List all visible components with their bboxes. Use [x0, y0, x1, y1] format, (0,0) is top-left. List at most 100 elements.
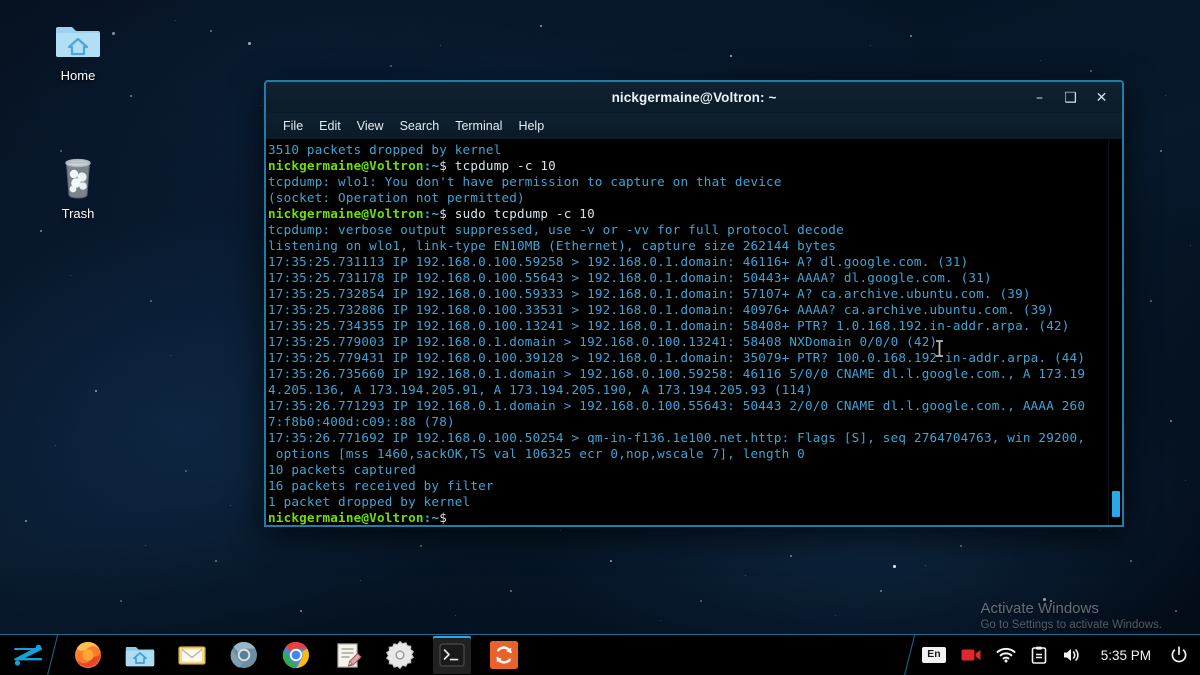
- chromium-icon: [230, 641, 257, 668]
- prompt-command: $ sudo tcpdump -c 10: [439, 206, 595, 221]
- terminal-output-line: listening on wlo1, link-type EN10MB (Eth…: [268, 238, 837, 253]
- starfield-layer-3: [0, 0, 3, 3]
- taskbar-launcher-chrome[interactable]: [277, 636, 315, 674]
- starfield-layer-2: [0, 0, 1, 1]
- prompt-path: :~: [423, 158, 440, 173]
- prompt-user-host: nickgermaine@Voltron: [268, 510, 424, 525]
- clipboard-icon: [1031, 646, 1047, 664]
- terminal-output-line: (socket: Operation not permitted): [268, 190, 525, 205]
- desktop[interactable]: Home Trash nickgermaine@Voltron: ~ – ❑ ✕: [0, 0, 1200, 675]
- folder-home-icon: [125, 647, 155, 667]
- terminal-output-line: options [mss 1460,sackOK,TS val 106325 e…: [268, 446, 805, 461]
- minimize-button[interactable]: –: [1025, 85, 1054, 111]
- taskbar-launcher-software-updater[interactable]: [485, 636, 523, 674]
- taskbar-launcher-mail[interactable]: [173, 636, 211, 674]
- terminal-output-line: 17:35:25.731113 IP 192.168.0.100.59258 >…: [268, 254, 969, 269]
- wifi-tray-icon[interactable]: [996, 647, 1016, 663]
- starfield-layer-1: [0, 0, 2, 2]
- taskbar-launchers: [69, 635, 523, 675]
- refresh-sync-icon: [490, 641, 518, 669]
- menu-item-terminal[interactable]: Terminal: [448, 116, 509, 136]
- zorin-logo-icon: [14, 644, 43, 666]
- terminal-output-line: 3510 packets dropped by kernel: [268, 142, 502, 157]
- taskbar-launcher-chromium[interactable]: [225, 636, 263, 674]
- terminal-output-line: 17:35:26.771692 IP 192.168.0.100.50254 >…: [268, 430, 1086, 445]
- terminal-output-line: 16 packets received by filter: [268, 478, 494, 493]
- menu-item-edit[interactable]: Edit: [312, 116, 348, 136]
- desktop-icon-trash[interactable]: Trash: [32, 152, 124, 221]
- maximize-button[interactable]: ❑: [1056, 85, 1085, 111]
- close-button[interactable]: ✕: [1087, 85, 1116, 111]
- tray-divider: [904, 634, 916, 675]
- wifi-icon: [996, 647, 1016, 663]
- terminal-prompt-line: nickgermaine@Voltron:~$: [268, 510, 1108, 525]
- speaker-icon: [1063, 649, 1079, 661]
- menu-bar: File Edit View Search Terminal Help: [266, 113, 1122, 139]
- terminal-output-line: 1 packet dropped by kernel: [268, 494, 471, 509]
- terminal-output-line: 17:35:25.732854 IP 192.168.0.100.59333 >…: [268, 286, 1031, 301]
- terminal-output-line: 17:35:26.771293 IP 192.168.0.1.domain > …: [268, 398, 1086, 413]
- prompt-path: :~: [423, 206, 440, 221]
- terminal-output-line: 10 packets captured: [268, 462, 416, 477]
- power-icon: [1171, 646, 1187, 663]
- prompt-user-host: nickgermaine@Voltron: [268, 206, 424, 221]
- clock[interactable]: 5:35 PM: [1097, 648, 1155, 663]
- terminal-window[interactable]: nickgermaine@Voltron: ~ – ❑ ✕ File Edit …: [264, 80, 1124, 527]
- activate-windows-watermark: Activate Windows Go to Settings to activ…: [980, 599, 1162, 633]
- taskbar-launcher-settings[interactable]: [381, 636, 419, 674]
- clipboard-tray-icon[interactable]: [1031, 646, 1047, 664]
- terminal-output-line: tcpdump: verbose output suppressed, use …: [268, 222, 844, 237]
- screen-recorder-tray-icon[interactable]: [961, 647, 981, 663]
- system-tray: En 5:35 PM: [922, 646, 1200, 664]
- system-tray-wrap: En 5:35 PM: [904, 634, 1200, 675]
- terminal-output-line: 17:35:25.731178 IP 192.168.0.100.55643 >…: [268, 270, 992, 285]
- trash-icon: [32, 152, 124, 202]
- prompt-command: $ tcpdump -c 10: [439, 158, 556, 173]
- terminal-prompt-line: nickgermaine@Voltron:~$ tcpdump -c 10: [268, 158, 1108, 174]
- chrome-icon: [282, 641, 309, 669]
- taskbar-launcher-firefox[interactable]: [69, 636, 107, 674]
- desktop-icon-label: Home: [60, 68, 96, 83]
- firefox-icon: [75, 642, 101, 668]
- terminal-output[interactable]: 3510 packets dropped by kernel nickgermai…: [266, 139, 1108, 525]
- taskbar-launcher-text-editor[interactable]: [329, 636, 367, 674]
- mail-icon: [178, 646, 206, 665]
- notepad-pencil-icon: [337, 643, 362, 668]
- terminal-output-line: 17:35:25.734355 IP 192.168.0.100.13241 >…: [268, 318, 1070, 333]
- scrollbar-thumb[interactable]: [1112, 491, 1120, 517]
- terminal-output-line: 17:35:26.735660 IP 192.168.0.1.domain > …: [268, 366, 1086, 381]
- gear-icon: [385, 640, 415, 670]
- watermark-title: Activate Windows: [980, 600, 1099, 617]
- volume-tray-icon[interactable]: [1062, 647, 1082, 663]
- menu-item-help[interactable]: Help: [511, 116, 551, 136]
- terminal-scrollbar[interactable]: [1108, 139, 1122, 525]
- terminal-icon: [439, 643, 465, 667]
- menu-item-search[interactable]: Search: [393, 116, 447, 136]
- taskbar-launcher-terminal[interactable]: [433, 636, 471, 674]
- terminal-output-line: 17:35:25.732886 IP 192.168.0.100.33531 >…: [268, 302, 1054, 317]
- desktop-icon-home[interactable]: Home: [32, 14, 124, 83]
- terminal-body[interactable]: 3510 packets dropped by kernel nickgermai…: [266, 139, 1122, 525]
- prompt-command: $: [439, 510, 448, 525]
- window-title: nickgermaine@Voltron: ~: [611, 90, 777, 105]
- menu-item-file[interactable]: File: [276, 116, 310, 136]
- taskbar-launcher-files[interactable]: [121, 636, 159, 674]
- prompt-path: :~: [423, 510, 440, 525]
- desktop-icon-label: Trash: [61, 206, 95, 221]
- folder-home-icon: [32, 14, 124, 64]
- terminal-prompt-line: nickgermaine@Voltron:~$ sudo tcpdump -c …: [268, 206, 1108, 222]
- terminal-output-line: 7:f8b0:400d:c09::88 (78): [268, 414, 455, 429]
- menu-item-view[interactable]: View: [350, 116, 391, 136]
- prompt-user-host: nickgermaine@Voltron: [268, 158, 424, 173]
- terminal-output-line: 17:35:25.779431 IP 192.168.0.100.39128 >…: [268, 350, 1086, 365]
- window-title-bar[interactable]: nickgermaine@Voltron: ~ – ❑ ✕: [266, 82, 1122, 113]
- record-camera-icon: [961, 649, 981, 661]
- power-button[interactable]: [1170, 646, 1188, 664]
- terminal-output-line: 4.205.136, A 173.194.205.91, A 173.194.2…: [268, 382, 813, 397]
- terminal-output-line: 17:35:25.779003 IP 192.168.0.1.domain > …: [268, 334, 938, 349]
- language-indicator[interactable]: En: [922, 647, 946, 663]
- language-badge-label: En: [922, 647, 946, 663]
- window-controls: – ❑ ✕: [1025, 82, 1116, 113]
- taskbar: En 5:35 PM: [0, 634, 1200, 675]
- watermark-subtitle: Go to Settings to activate Windows.: [980, 619, 1162, 631]
